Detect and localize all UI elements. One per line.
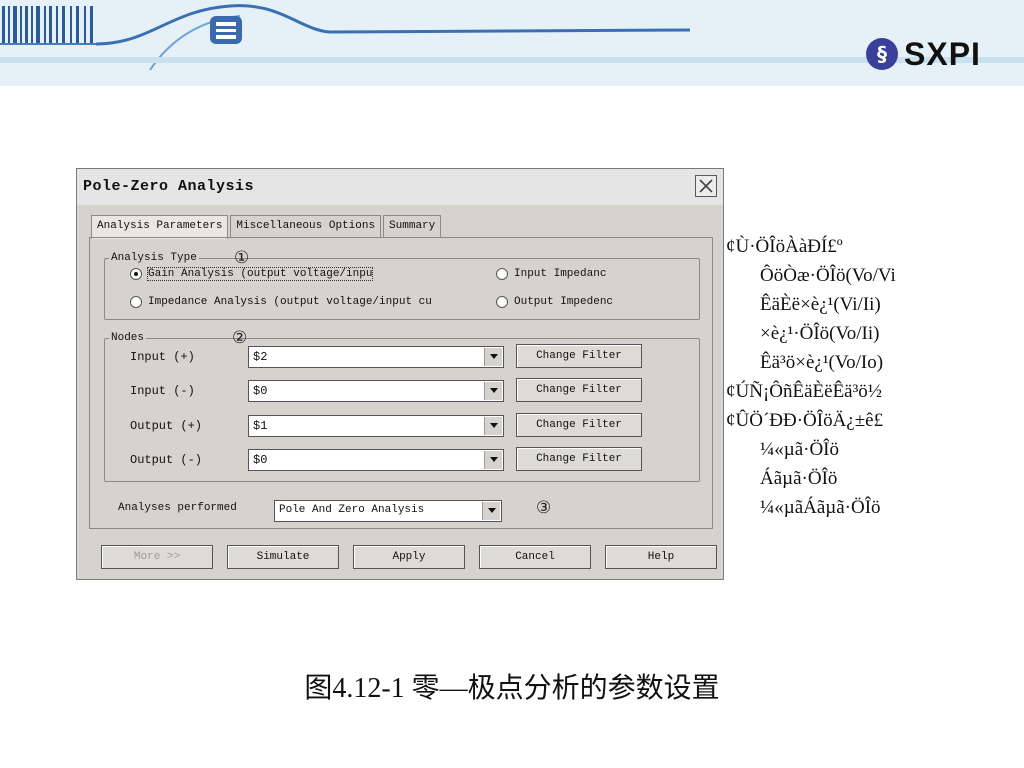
simulate-button[interactable]: Simulate [227,545,339,569]
output-plus-select[interactable]: $1 [248,415,504,437]
output-minus-value: $0 [253,453,268,467]
output-impedance-label: Output Impedenc [514,296,614,308]
impedance-analysis-radio[interactable]: Impedance Analysis (output voltage/input… [130,296,432,308]
dialog-tabs: Analysis Parameters Miscellaneous Option… [91,215,443,239]
marker-1: ① [234,248,250,268]
output-plus-label: Output (+) [130,419,203,433]
gain-analysis-radio[interactable]: Gain Analysis (output voltage/inpu [130,267,374,281]
dialog-titlebar[interactable]: Pole-Zero Analysis [77,169,723,205]
apply-button[interactable]: Apply [353,545,465,569]
output-plus-value: $1 [253,419,268,433]
analyses-performed-value: Pole And Zero Analysis [279,504,425,516]
change-filter-button[interactable]: Change Filter [516,413,642,437]
input-minus-value: $0 [253,384,268,398]
analysis-parameters-panel: Analysis Type ① Gain Analysis (output vo… [89,237,713,529]
input-minus-label: Input (-) [130,384,195,398]
note-line: ¼«µã·ÖÎö [760,439,840,460]
note-line: ¢ÚÑ¡ÔñÊäÈëÊä³ö½ [726,381,883,402]
dialog-title: Pole-Zero Analysis [83,178,255,195]
tab-analysis-parameters[interactable]: Analysis Parameters [91,215,229,239]
chevron-down-icon [487,508,496,513]
dropdown-button[interactable] [484,417,502,435]
close-icon [699,179,713,193]
radio-indicator [496,268,508,280]
output-minus-label: Output (-) [130,453,203,467]
radio-indicator [130,296,142,308]
change-filter-button[interactable]: Change Filter [516,344,642,368]
help-button[interactable]: Help [605,545,717,569]
input-plus-label: Input (+) [130,350,195,364]
note-line: ÔöÒæ·ÖÎö(Vo/Vi [760,265,896,286]
chevron-down-icon [489,388,498,393]
marker-3: ③ [536,498,552,518]
analyses-performed-label: Analyses performed [118,502,237,514]
emblem-icon [210,16,242,44]
slide-header-banner: § SXPI [0,0,1024,86]
note-line: ¢ÛÖ´ÐÐ·ÖÎöÄ¿±ê£ [726,410,884,431]
note-line: Êä³ö×è¿¹(Vo/Io) [760,352,884,373]
output-minus-select[interactable]: $0 [248,449,504,471]
figure-caption: 图4.12-1 零—极点分析的参数设置 [304,673,720,704]
dropdown-button[interactable] [484,382,502,400]
impedance-analysis-label: Impedance Analysis (output voltage/input… [148,296,432,308]
brand-logo: § SXPI [866,36,981,72]
side-notes: ¢Ù·ÖÎöÀàÐÍ£º ÔöÒæ·ÖÎö(Vo/Vi ÊäÈë×è¿¹(Vi/… [726,232,1024,522]
marker-2: ② [232,328,248,348]
chevron-down-icon [489,423,498,428]
analysis-type-legend: Analysis Type [111,252,197,264]
brand-name: SXPI [904,35,981,72]
input-plus-value: $2 [253,350,268,364]
change-filter-button[interactable]: Change Filter [516,447,642,471]
radio-indicator [496,296,508,308]
radio-indicator [130,268,142,280]
note-line: ×è¿¹·ÖÎö(Vo/Ii) [760,323,880,344]
more-button[interactable]: More >> [101,545,213,569]
gain-analysis-label: Gain Analysis (output voltage/inpu [146,267,374,281]
close-button[interactable] [695,175,717,197]
dropdown-button[interactable] [484,348,502,366]
sxpi-logo-icon: § [866,38,898,70]
input-impedance-radio[interactable]: Input Impedanc [496,268,606,280]
cancel-button[interactable]: Cancel [479,545,591,569]
analyses-performed-select[interactable]: Pole And Zero Analysis [274,500,502,522]
note-line: Áãµã·ÖÎö [760,468,838,489]
nodes-legend: Nodes [111,332,145,344]
input-impedance-label: Input Impedanc [514,268,607,280]
note-line: ¼«µãÁãµã·ÖÎö [760,497,881,518]
note-line: ¢Ù·ÖÎöÀàÐÍ£º [726,236,843,257]
input-minus-select[interactable]: $0 [248,380,504,402]
input-plus-select[interactable]: $2 [248,346,504,368]
output-impedance-radio[interactable]: Output Impedenc [496,296,613,308]
dropdown-button[interactable] [484,451,502,469]
chevron-down-icon [489,354,498,359]
tab-miscellaneous-options[interactable]: Miscellaneous Options [230,215,382,237]
change-filter-button[interactable]: Change Filter [516,378,642,402]
analysis-type-group: Analysis Type [104,252,700,320]
pole-zero-analysis-dialog: Pole-Zero Analysis Analysis Parameters M… [76,168,724,580]
chevron-down-icon [489,457,498,462]
tab-summary[interactable]: Summary [383,215,442,237]
note-line: ÊäÈë×è¿¹(Vi/Ii) [760,294,881,315]
dropdown-button[interactable] [482,502,500,520]
